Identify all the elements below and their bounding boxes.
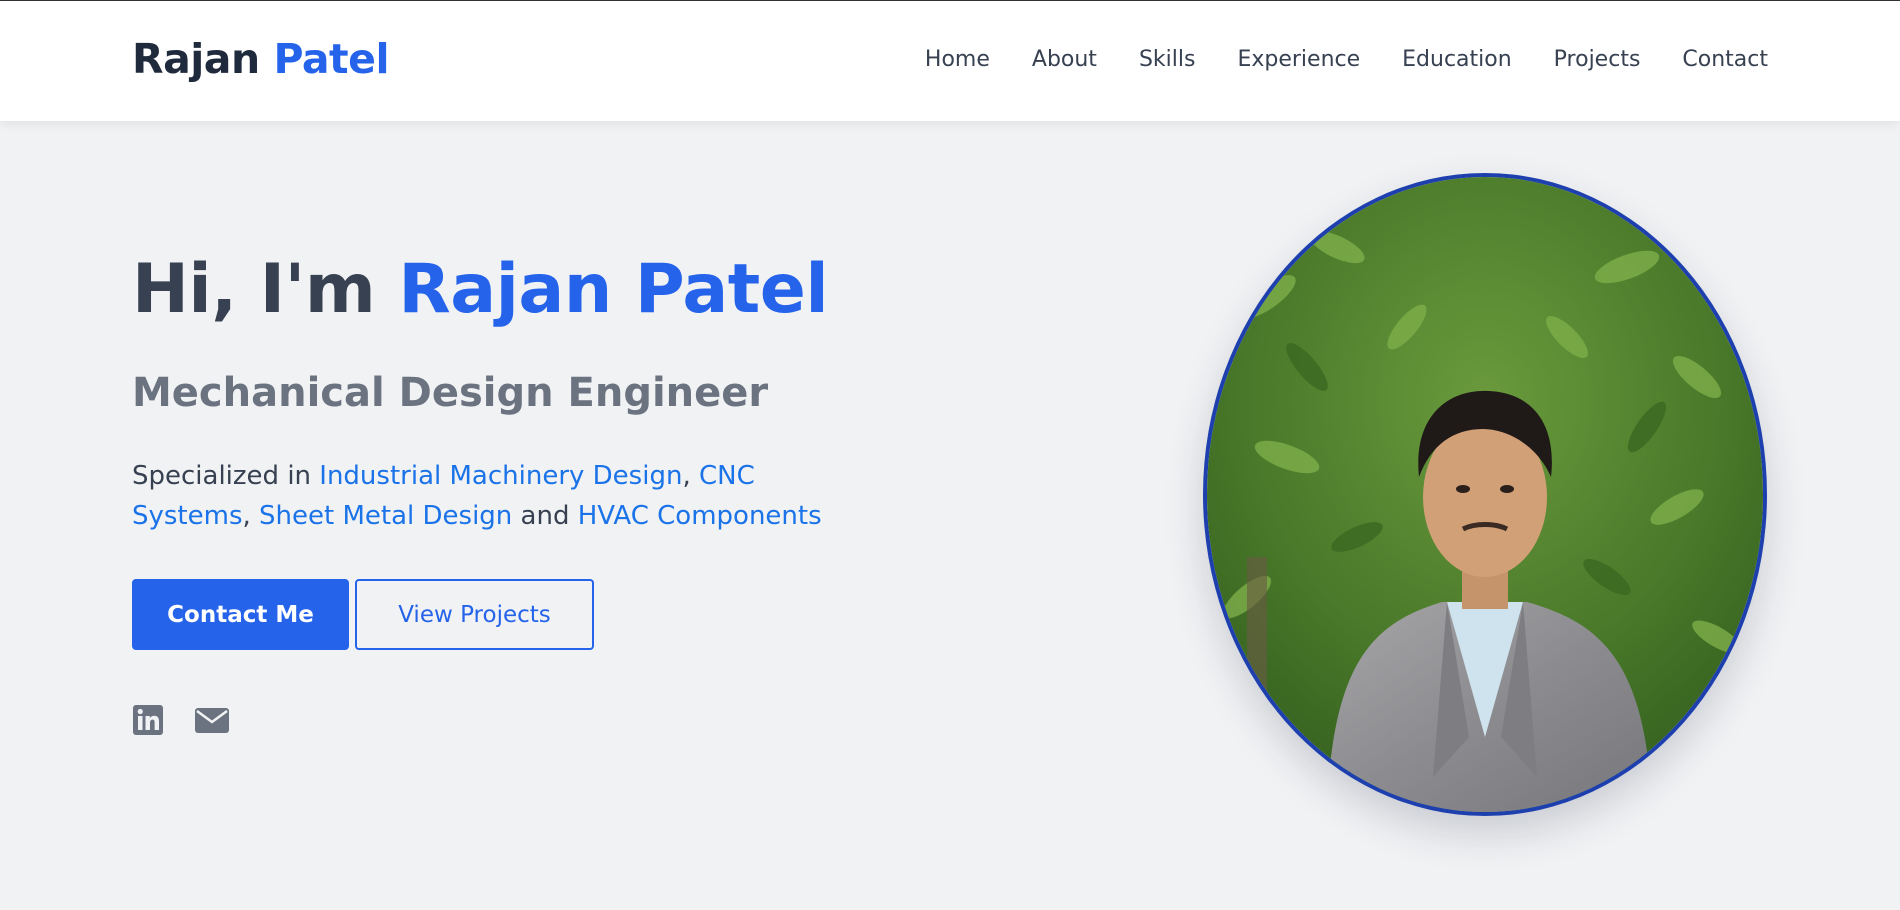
spec-separator: , xyxy=(682,461,699,491)
hero-greeting: Hi, I'm xyxy=(132,250,399,329)
email-icon[interactable] xyxy=(194,704,230,736)
site-header: Rajan Patel Home About Skills Experience… xyxy=(0,1,1900,121)
view-projects-button[interactable]: View Projects xyxy=(355,579,594,650)
contact-me-button[interactable]: Contact Me xyxy=(132,579,349,650)
social-links xyxy=(132,704,230,736)
spec-hvac: HVAC Components xyxy=(577,501,822,531)
nav-contact[interactable]: Contact xyxy=(1682,47,1768,72)
spec-sheet-metal: Sheet Metal Design xyxy=(259,501,513,531)
profile-photo xyxy=(1203,173,1767,816)
spec-prefix: Specialized in xyxy=(132,461,320,491)
logo-last-name: Patel xyxy=(273,35,390,83)
logo-first-name: Rajan xyxy=(132,35,260,83)
spec-separator: , xyxy=(242,501,260,531)
spec-and: and xyxy=(512,501,578,531)
nav-education[interactable]: Education xyxy=(1402,47,1512,72)
nav-experience[interactable]: Experience xyxy=(1237,47,1360,72)
nav-skills[interactable]: Skills xyxy=(1139,47,1196,72)
nav-projects[interactable]: Projects xyxy=(1554,47,1641,72)
nav-about[interactable]: About xyxy=(1032,47,1097,72)
spec-industrial-machinery: Industrial Machinery Design xyxy=(319,461,683,491)
hero-title: Hi, I'm Rajan Patel xyxy=(132,250,829,329)
site-logo[interactable]: Rajan Patel xyxy=(132,35,390,83)
linkedin-icon[interactable] xyxy=(132,704,168,736)
hero-name: Rajan Patel xyxy=(398,250,829,329)
main-nav: Home About Skills Experience Education P… xyxy=(925,47,1768,72)
specialization-text: Specialized in Industrial Machinery Desi… xyxy=(132,456,832,536)
hero-role: Mechanical Design Engineer xyxy=(132,370,769,416)
nav-home[interactable]: Home xyxy=(925,47,990,72)
